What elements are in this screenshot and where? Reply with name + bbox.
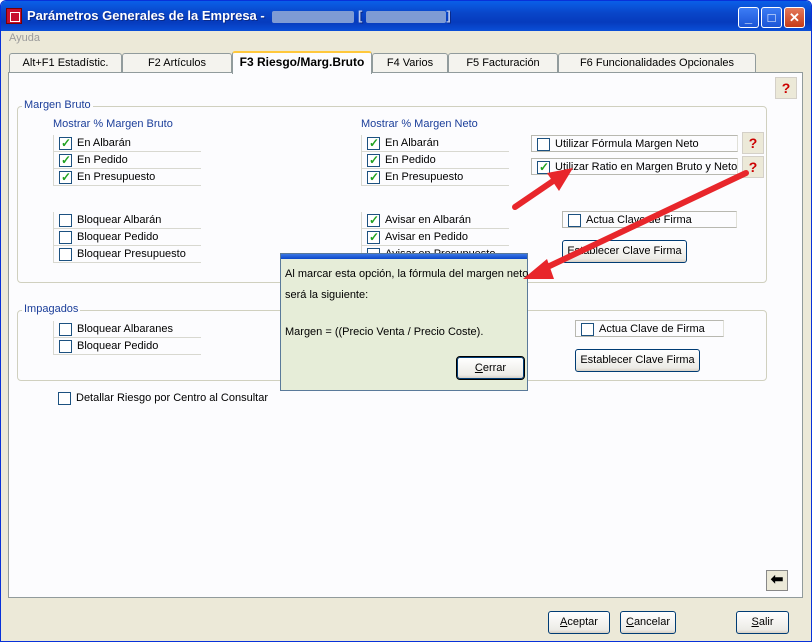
checkbox-label: En Albarán (385, 137, 439, 149)
checkbox[interactable] (59, 248, 72, 261)
checkbox-label: Bloquear Presupuesto (77, 248, 186, 260)
margen-bruto-label: Margen Bruto (22, 99, 93, 111)
checkbox-label: Bloquear Pedido (77, 340, 159, 352)
establecer-clave-firma-bruto-button[interactable]: Establecer Clave Firma (562, 240, 687, 263)
checkbox[interactable] (367, 135, 380, 151)
tab-riesgo-marg-bruto[interactable]: F3 Riesgo/Marg.Bruto (232, 51, 372, 74)
checkbox[interactable] (59, 214, 72, 227)
neto-en-pedido[interactable]: En Pedido (361, 152, 509, 169)
redacted-company-name (272, 10, 355, 23)
main-window: Parámetros Generales de la Empresa - [] … (0, 0, 812, 642)
checkbox-label: En Albarán (77, 137, 131, 149)
checkbox[interactable] (537, 138, 550, 151)
checkbox-label: En Pedido (385, 154, 436, 166)
avisar-pedido[interactable]: Avisar en Pedido (361, 229, 509, 246)
maximize-button[interactable]: □ (761, 7, 782, 28)
title-bar[interactable]: Parámetros Generales de la Empresa - [] … (1, 1, 811, 31)
neto-en-albaran[interactable]: En Albarán (361, 135, 509, 152)
question-help-icon[interactable]: ? (742, 132, 764, 154)
checkbox-label: Bloquear Albarán (77, 214, 162, 226)
impagados-bloquear-albaranes[interactable]: Bloquear Albaranes (53, 321, 201, 338)
question-help-icon[interactable]: ? (775, 77, 797, 99)
utilizar-formula-margen-neto[interactable]: Utilizar Fórmula Margen Neto (531, 135, 738, 152)
bloquear-albaran[interactable]: Bloquear Albarán (53, 212, 201, 229)
formula-info-popup: Al marcar esta opción, la fórmula del ma… (280, 253, 528, 391)
checkbox-label: En Pedido (77, 154, 128, 166)
checkbox-label: Utilizar Fórmula Margen Neto (555, 138, 699, 150)
question-help-icon[interactable]: ? (742, 156, 764, 178)
redacted-bracket-close: ] (446, 8, 451, 23)
detallar-riesgo-centro[interactable]: Detallar Riesgo por Centro al Consultar (53, 390, 313, 407)
checkbox[interactable] (59, 340, 72, 353)
checkbox[interactable] (59, 135, 72, 151)
checkbox-label: Utilizar Ratio en Margen Bruto y Neto (555, 161, 738, 173)
checkbox[interactable] (367, 229, 380, 245)
popup-close-button[interactable]: Cerrar (456, 356, 525, 380)
establecer-clave-firma-impagados-button[interactable]: Establecer Clave Firma (575, 349, 700, 372)
avisar-albaran[interactable]: Avisar en Albarán (361, 212, 509, 229)
checkbox[interactable] (59, 323, 72, 336)
utilizar-ratio-margen[interactable]: Utilizar Ratio en Margen Bruto y Neto (531, 158, 738, 175)
checkbox[interactable] (59, 152, 72, 168)
checkbox[interactable] (59, 169, 72, 185)
close-button[interactable]: ✕ (784, 7, 805, 28)
checkbox-label: Actua Clave de Firma (599, 323, 705, 335)
checkbox-label: Avisar en Albarán (385, 214, 472, 226)
bloquear-pedido[interactable]: Bloquear Pedido (53, 229, 201, 246)
menu-bar: Ayuda (5, 32, 40, 48)
menu-ayuda[interactable]: Ayuda (9, 32, 40, 44)
bloquear-presupuesto[interactable]: Bloquear Presupuesto (53, 246, 201, 263)
impagados-label: Impagados (22, 303, 81, 315)
mostrar-neto-label: Mostrar % Margen Neto (361, 118, 478, 130)
window-title: Parámetros Generales de la Empresa - [] (27, 8, 451, 23)
checkbox-label: Detallar Riesgo por Centro al Consultar (76, 392, 268, 404)
actua-clave-firma-impagados[interactable]: Actua Clave de Firma (575, 320, 724, 337)
checkbox[interactable] (59, 231, 72, 244)
checkbox[interactable] (58, 392, 71, 405)
accept-button[interactable]: Aceptar (548, 611, 610, 634)
bruto-en-albaran[interactable]: En Albarán (53, 135, 201, 152)
bruto-en-presupuesto[interactable]: En Presupuesto (53, 169, 201, 186)
window-title-text: Parámetros Generales de la Empresa - (27, 8, 265, 23)
tab-estadistic[interactable]: Alt+F1 Estadístic. (9, 53, 122, 73)
checkbox[interactable] (537, 159, 550, 175)
redacted-bracket: [ (357, 8, 363, 23)
checkbox[interactable] (367, 212, 380, 228)
checkbox[interactable] (367, 152, 380, 168)
checkbox[interactable] (367, 169, 380, 185)
checkbox[interactable] (568, 214, 581, 227)
impagados-bloquear-pedido[interactable]: Bloquear Pedido (53, 338, 201, 355)
exit-button[interactable]: Salir (736, 611, 789, 634)
minimize-button[interactable]: _ (738, 7, 759, 28)
arrow-left-icon[interactable]: ⬅ (766, 570, 788, 591)
checkbox-label: En Presupuesto (77, 171, 156, 183)
checkbox-label: Avisar en Pedido (385, 231, 468, 243)
popup-line-3: Margen = ((Precio Venta / Precio Coste). (285, 326, 484, 338)
redacted-company-code (366, 10, 447, 23)
neto-en-presupuesto[interactable]: En Presupuesto (361, 169, 509, 186)
tab-funcionalidades-opcionales[interactable]: F6 Funcionalidades Opcionales (558, 53, 756, 73)
tab-articulos[interactable]: F2 Artículos (122, 53, 232, 73)
tab-varios[interactable]: F4 Varios (372, 53, 448, 73)
actua-clave-firma-bruto[interactable]: Actua Clave de Firma (562, 211, 737, 228)
popup-line-2: será la siguiente: (285, 289, 369, 301)
checkbox-label: Bloquear Albaranes (77, 323, 174, 335)
app-logo-icon (6, 8, 22, 24)
checkbox-label: Actua Clave de Firma (586, 214, 692, 226)
popup-line-1: Al marcar esta opción, la fórmula del ma… (285, 268, 529, 280)
checkbox-label: En Presupuesto (385, 171, 464, 183)
checkbox-label: Bloquear Pedido (77, 231, 159, 243)
cancel-button[interactable]: Cancelar (620, 611, 676, 634)
mostrar-bruto-label: Mostrar % Margen Bruto (53, 118, 173, 130)
checkbox[interactable] (581, 323, 594, 336)
popup-title-bar (281, 254, 527, 259)
tab-facturacion[interactable]: F5 Facturación (448, 53, 558, 73)
bruto-en-pedido[interactable]: En Pedido (53, 152, 201, 169)
